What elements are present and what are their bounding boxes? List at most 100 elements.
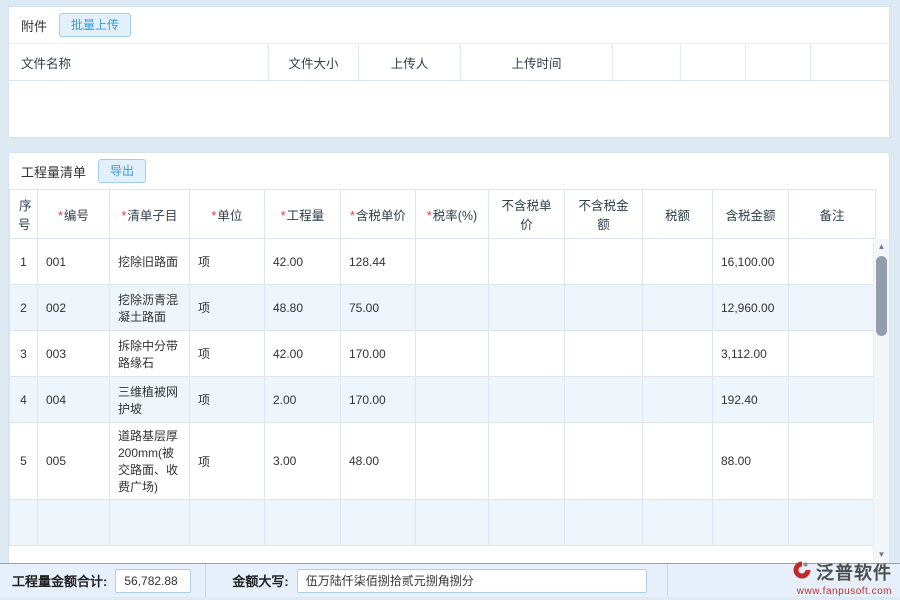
column-header-file-name: 文件名称 [9, 44, 269, 80]
cell-unit: 项 [190, 239, 265, 285]
boq-table: 序号 *编号 *清单子目 *单位 *工程量 *含税单价 *税率(%) 不含税单价… [9, 189, 876, 546]
table-row: 2 002 挖除沥青混凝土路面 项 48.80 75.00 12,960.00 [10, 285, 876, 331]
footer-divider [667, 564, 668, 597]
cell-quantity: 48.80 [265, 285, 341, 331]
cell-amount-excl-tax [565, 285, 643, 331]
cell-amount-excl-tax [565, 239, 643, 285]
column-header-file-size: 文件大小 [269, 44, 359, 80]
boq-title: 工程量清单 [21, 162, 86, 181]
cell-item: 挖除旧路面 [110, 239, 190, 285]
cell-tax-rate [416, 331, 489, 377]
cell-tax-amount [643, 239, 713, 285]
table-row: 4 004 三维植被网护坡 项 2.00 170.00 192.40 [10, 377, 876, 423]
cell-remark [789, 239, 876, 285]
cell-price-excl-tax [489, 377, 565, 423]
cell-item: 拆除中分带路缘石 [110, 331, 190, 377]
cell-amount-incl-tax: 192.40 [713, 377, 789, 423]
total-amount-label: 工程量金额合计: [12, 571, 107, 590]
footer-divider [205, 564, 206, 597]
column-header-remark: 备注 [789, 190, 876, 239]
fanpu-logo-icon [792, 560, 812, 585]
column-header-amount-excl-tax: 不含税金额 [565, 190, 643, 239]
attachments-title: 附件 [21, 16, 47, 35]
cell-tax-amount [643, 285, 713, 331]
cell-code: 005 [38, 423, 110, 500]
cell-price-excl-tax [489, 239, 565, 285]
column-header-unit: *单位 [190, 190, 265, 239]
amount-in-words-field[interactable] [297, 569, 647, 593]
column-header-tax-amount: 税额 [643, 190, 713, 239]
cell-price-incl-tax: 170.00 [341, 331, 416, 377]
cell-seq: 3 [10, 331, 38, 377]
cell-unit: 项 [190, 331, 265, 377]
cell-amount-incl-tax: 16,100.00 [713, 239, 789, 285]
cell-item: 挖除沥青混凝土路面 [110, 285, 190, 331]
column-header-quantity: *工程量 [265, 190, 341, 239]
attachments-panel: 附件 批量上传 文件名称 文件大小 上传人 上传时间 [8, 6, 890, 138]
cell-item: 道路基层厚200mm(被交路面、收费广场) [110, 423, 190, 500]
column-header-empty [681, 44, 746, 80]
column-header-empty [811, 44, 889, 80]
column-header-upload-time: 上传时间 [461, 44, 613, 80]
total-amount-field[interactable] [115, 569, 191, 593]
column-header-tax-rate: *税率(%) [416, 190, 489, 239]
table-row: 5 005 道路基层厚200mm(被交路面、收费广场) 项 3.00 48.00… [10, 423, 876, 500]
batch-upload-button[interactable]: 批量上传 [59, 13, 131, 37]
cell-quantity: 42.00 [265, 331, 341, 377]
cell-price-incl-tax: 128.44 [341, 239, 416, 285]
column-header-empty [746, 44, 811, 80]
required-star: * [350, 209, 355, 223]
attachments-empty-body [9, 81, 889, 137]
column-header-price-incl-tax: *含税单价 [341, 190, 416, 239]
cell-amount-excl-tax [565, 377, 643, 423]
column-header-code: *编号 [38, 190, 110, 239]
table-row: 3 003 拆除中分带路缘石 项 42.00 170.00 3,112.00 [10, 331, 876, 377]
cell-code: 004 [38, 377, 110, 423]
required-star: * [281, 209, 286, 223]
cell-unit: 项 [190, 285, 265, 331]
cell-remark [789, 423, 876, 500]
column-header-amount-incl-tax: 含税金额 [713, 190, 789, 239]
boq-table-wrap: 序号 *编号 *清单子目 *单位 *工程量 *含税单价 *税率(%) 不含税单价… [9, 189, 889, 563]
column-header-seq: 序号 [10, 190, 38, 239]
cell-quantity: 42.00 [265, 239, 341, 285]
cell-seq: 1 [10, 239, 38, 285]
cell-unit: 项 [190, 377, 265, 423]
attachments-table-header: 文件名称 文件大小 上传人 上传时间 [9, 43, 889, 81]
cell-tax-amount [643, 423, 713, 500]
cell-remark [789, 285, 876, 331]
export-button[interactable]: 导出 [98, 159, 146, 183]
scrollbar-thumb[interactable] [876, 256, 887, 336]
cell-price-incl-tax: 170.00 [341, 377, 416, 423]
cell-seq: 5 [10, 423, 38, 500]
cell-amount-incl-tax: 12,960.00 [713, 285, 789, 331]
attachments-titlebar: 附件 批量上传 [9, 7, 889, 43]
column-header-uploader: 上传人 [359, 44, 461, 80]
cell-amount-incl-tax: 88.00 [713, 423, 789, 500]
cell-seq: 2 [10, 285, 38, 331]
fanpu-logo: 泛普软件 www.fanpusoft.com [792, 559, 892, 597]
boq-titlebar: 工程量清单 导出 [9, 153, 889, 189]
cell-price-excl-tax [489, 331, 565, 377]
cell-remark [789, 377, 876, 423]
required-star: * [212, 209, 217, 223]
cell-price-incl-tax: 48.00 [341, 423, 416, 500]
screen: 附件 批量上传 文件名称 文件大小 上传人 上传时间 工程量清单 导出 [0, 0, 900, 600]
cell-tax-rate [416, 285, 489, 331]
cell-quantity: 2.00 [265, 377, 341, 423]
boq-panel: 工程量清单 导出 序号 *编号 *清单子目 *单位 *工程量 *含税 [8, 152, 890, 563]
cell-tax-amount [643, 377, 713, 423]
required-star: * [58, 209, 63, 223]
cell-unit: 项 [190, 423, 265, 500]
cell-seq: 4 [10, 377, 38, 423]
cell-code: 003 [38, 331, 110, 377]
cell-item: 三维植被网护坡 [110, 377, 190, 423]
cell-amount-excl-tax [565, 423, 643, 500]
boq-header-row: 序号 *编号 *清单子目 *单位 *工程量 *含税单价 *税率(%) 不含税单价… [10, 190, 876, 239]
scroll-up-arrow[interactable]: ▲ [874, 240, 889, 254]
vertical-scrollbar[interactable]: ▲ ▼ [873, 239, 889, 563]
amount-in-words-label: 金额大写: [232, 571, 288, 590]
column-header-empty [613, 44, 681, 80]
cell-remark [789, 331, 876, 377]
table-row-partial [10, 500, 876, 546]
